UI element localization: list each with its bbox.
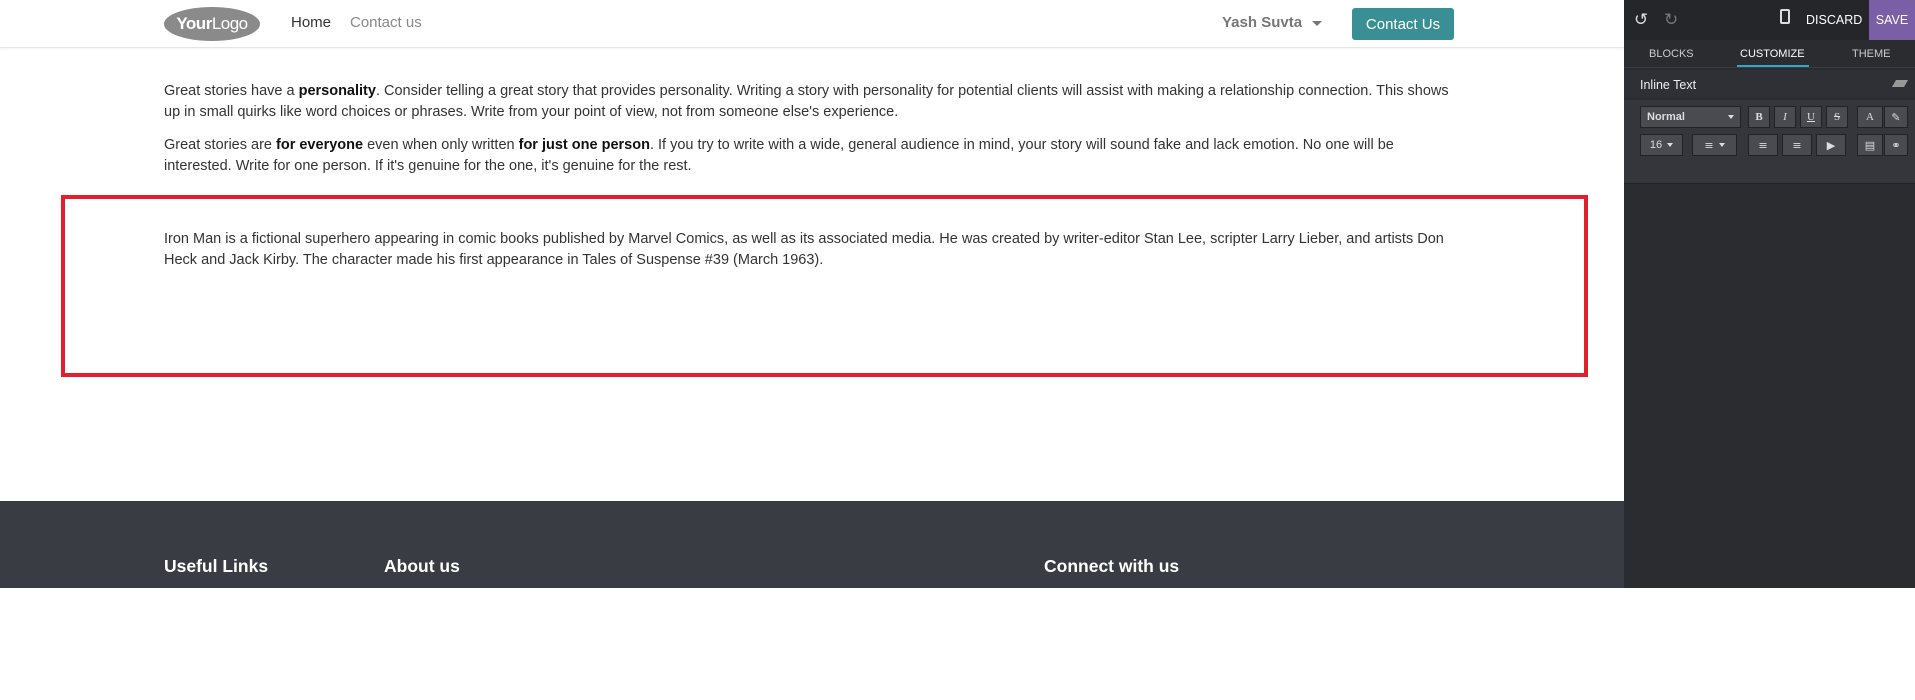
para2-bold-text-1: for everyone (276, 137, 364, 153)
font-size-select[interactable]: 16 (1640, 134, 1683, 156)
chevron-down-icon (1718, 143, 1725, 147)
paragraph-style-value: Normal (1647, 111, 1685, 123)
story-paragraph-everyone[interactable]: Great stories are for everyone even when… (164, 135, 1454, 177)
website-preview: Your Logo Home Contact us Yash Suvta Cont… (0, 0, 1624, 588)
video-icon[interactable]: ▶ (1816, 134, 1846, 156)
tab-blocks[interactable]: BLOCKS (1649, 48, 1694, 60)
chevron-down-icon (1667, 143, 1674, 147)
site-logo[interactable]: Your Logo (164, 7, 260, 41)
editor-tabs: BLOCKS CUSTOMIZE THEME (1624, 40, 1915, 68)
link-icon[interactable]: ⚭ (1884, 134, 1908, 156)
align-select[interactable]: ≡ (1692, 134, 1737, 156)
selected-text-block-outline[interactable] (61, 195, 1588, 377)
nav-link-home[interactable]: Home (291, 14, 331, 31)
ordered-list-icon[interactable]: ≡ (1782, 134, 1812, 156)
tab-theme[interactable]: THEME (1852, 48, 1891, 60)
unordered-list-icon[interactable]: ≡ (1748, 134, 1778, 156)
footer-heading-about-us: About us (384, 556, 460, 576)
save-button[interactable]: SAVE (1869, 0, 1915, 40)
site-footer: Useful Links About us Connect with us (0, 501, 1624, 588)
logo-text-light: Logo (211, 14, 248, 33)
active-tab-indicator (1737, 65, 1809, 67)
nav-link-contact[interactable]: Contact us (350, 14, 422, 31)
editor-panel: ↺ ↻ DISCARD SAVE BLOCKS CUSTOMIZE THEME … (1624, 0, 1915, 588)
editor-top-bar: ↺ ↻ DISCARD SAVE (1624, 0, 1915, 40)
story-paragraph-personality[interactable]: Great stories have a personality. Consid… (164, 81, 1454, 123)
chevron-down-icon (1728, 115, 1734, 119)
align-icon: ≡ (1704, 138, 1714, 152)
discard-button[interactable]: DISCARD (1806, 0, 1862, 40)
strikethrough-button[interactable]: S (1826, 106, 1848, 128)
redo-icon[interactable]: ↻ (1664, 10, 1678, 30)
footer-heading-useful-links: Useful Links (164, 556, 269, 576)
paint-brush-icon[interactable]: ✎ (1884, 106, 1908, 128)
caret-down-icon (1312, 20, 1323, 26)
underline-button[interactable]: U (1800, 106, 1822, 128)
eraser-icon[interactable] (1891, 80, 1909, 87)
italic-button[interactable]: I (1774, 106, 1796, 128)
tab-customize[interactable]: CUSTOMIZE (1740, 48, 1805, 60)
mobile-preview-icon[interactable] (1780, 9, 1790, 24)
top-navbar: Your Logo Home Contact us Yash Suvta Cont… (0, 0, 1624, 48)
contact-us-button[interactable]: Contact Us (1352, 8, 1454, 40)
para2-text-start: Great stories are (164, 137, 277, 153)
paragraph-style-select[interactable]: Normal (1640, 106, 1741, 128)
bold-button[interactable]: B (1748, 106, 1770, 128)
user-name: Yash Suvta (1222, 14, 1303, 31)
para2-text-middle: even when only written (363, 137, 519, 153)
file-icon[interactable]: ▤ (1857, 134, 1883, 156)
logo-text-bold: Your (176, 14, 212, 33)
section-title: Inline Text (1640, 78, 1697, 92)
footer-heading-connect: Connect with us (1044, 556, 1180, 576)
font-size-value: 16 (1649, 139, 1663, 151)
undo-icon[interactable]: ↺ (1634, 10, 1648, 30)
inline-text-section-header: Inline Text (1624, 70, 1915, 98)
para2-bold-text-2: for just one person (518, 137, 650, 153)
para1-bold-text: personality (298, 83, 376, 99)
font-color-button[interactable]: A (1857, 106, 1883, 128)
para1-text-start: Great stories have a (164, 83, 299, 99)
user-menu[interactable]: Yash Suvta (1222, 14, 1323, 31)
iron-man-paragraph[interactable]: Iron Man is a fictional superhero appear… (164, 229, 1454, 271)
